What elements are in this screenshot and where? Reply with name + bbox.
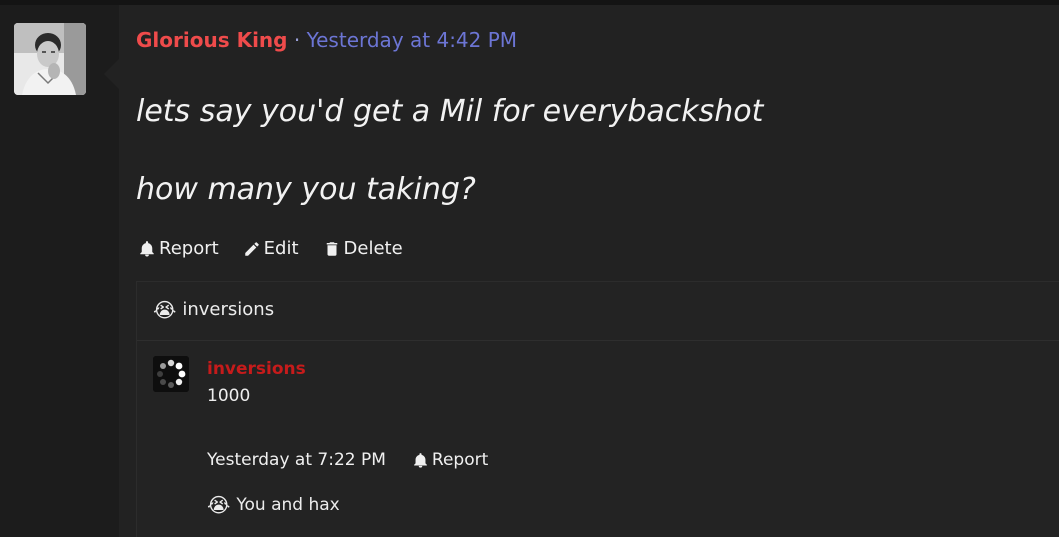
bell-icon bbox=[414, 452, 427, 468]
reaction-summary[interactable]: 😭 inversions bbox=[153, 296, 274, 324]
reaction-user: inversions bbox=[182, 299, 275, 320]
crying-emoji-icon: 😭 bbox=[153, 298, 177, 322]
post-message: lets say you'd get a Mil for everybacksh… bbox=[136, 92, 763, 210]
post-timestamp[interactable]: Yesterday at 4:42 PM bbox=[307, 28, 518, 52]
reply-footer: Yesterday at 7:22 PM Report bbox=[207, 448, 488, 472]
delete-button[interactable]: Delete bbox=[323, 237, 403, 261]
divider bbox=[137, 340, 1059, 341]
reply-report-label: Report bbox=[431, 450, 489, 470]
reply-reaction-text: You and hax bbox=[236, 495, 340, 515]
trash-icon bbox=[326, 242, 337, 256]
message-line: lets say you'd get a Mil for everybacksh… bbox=[136, 94, 764, 129]
crying-emoji-icon: 😭 bbox=[207, 493, 231, 517]
reply-avatar[interactable] bbox=[153, 356, 189, 392]
post-actions: Report Edit Delete bbox=[138, 237, 403, 261]
avatar-photo bbox=[14, 23, 86, 95]
reply-report-button[interactable]: Report bbox=[412, 448, 488, 472]
reactions-panel: 😭 inversions inversions 1000 Yesterday a… bbox=[136, 281, 1059, 537]
reply-text: 1000 bbox=[207, 386, 251, 406]
edit-label: Edit bbox=[263, 238, 299, 259]
edit-button[interactable]: Edit bbox=[243, 237, 299, 261]
message-line: how many you taking? bbox=[136, 172, 476, 207]
delete-label: Delete bbox=[343, 238, 403, 259]
pencil-icon bbox=[244, 242, 259, 256]
avatar[interactable] bbox=[14, 23, 86, 95]
report-label: Report bbox=[159, 238, 219, 259]
meta-separator: · bbox=[293, 28, 301, 52]
loading-spinner-avatar bbox=[153, 356, 189, 392]
report-button[interactable]: Report bbox=[138, 237, 219, 261]
reply-reaction[interactable]: 😭 You and hax bbox=[207, 493, 340, 517]
post-author[interactable]: Glorious King bbox=[136, 28, 287, 52]
bell-icon bbox=[140, 241, 154, 257]
reply-author[interactable]: inversions bbox=[207, 358, 306, 380]
post-meta: Glorious King · Yesterday at 4:42 PM bbox=[136, 26, 517, 54]
reply-timestamp[interactable]: Yesterday at 7:22 PM bbox=[207, 448, 386, 472]
post-pointer bbox=[104, 58, 120, 90]
